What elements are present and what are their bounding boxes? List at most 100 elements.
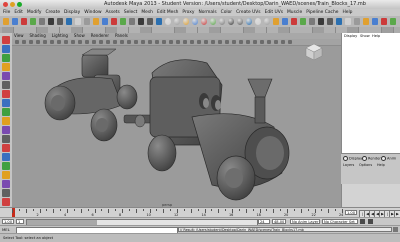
- shelf-tool-icon[interactable]: [264, 18, 270, 25]
- toolbox-tool-icon[interactable]: [2, 162, 10, 170]
- toolbox-tool-icon[interactable]: [2, 54, 10, 62]
- radio-display[interactable]: [343, 156, 348, 161]
- playback-end-field[interactable]: 24: [258, 219, 270, 224]
- toolbox-tool-icon[interactable]: [2, 171, 10, 179]
- menu-select[interactable]: Select: [124, 9, 138, 16]
- viewport-tool-icon[interactable]: [162, 40, 166, 44]
- viewport-tool-icon[interactable]: [281, 40, 285, 44]
- shelf-tool-icon[interactable]: [300, 18, 306, 25]
- viewport-tool-icon[interactable]: [36, 40, 40, 44]
- shelf-tool-icon[interactable]: [183, 18, 189, 25]
- layer-menu-options[interactable]: Options: [359, 163, 372, 167]
- viewport-tool-icon[interactable]: [246, 40, 250, 44]
- shelf-tool-icon[interactable]: [39, 18, 45, 25]
- shelf-tool-icon[interactable]: [84, 18, 90, 25]
- menu-mesh[interactable]: Mesh: [141, 9, 153, 16]
- viewport-tool-icon[interactable]: [15, 40, 19, 44]
- viewport-tool-icon[interactable]: [218, 40, 222, 44]
- shelf-tool-icon[interactable]: [228, 18, 234, 25]
- shelf-tool-icon[interactable]: [156, 18, 162, 25]
- shelf-tool-icon[interactable]: [291, 18, 297, 25]
- viewport-tool-icon[interactable]: [120, 40, 124, 44]
- viewport-tool-icon[interactable]: [99, 40, 103, 44]
- shelf-tool-icon[interactable]: [390, 18, 396, 25]
- layer-mode-anim[interactable]: Anim: [381, 156, 396, 161]
- viewport-tool-icon[interactable]: [78, 40, 82, 44]
- toolbox-tool-icon[interactable]: [2, 180, 10, 188]
- shelf-tool-icon[interactable]: [21, 18, 27, 25]
- toolbox-tool-icon[interactable]: [2, 36, 10, 44]
- viewport-tool-icon[interactable]: [113, 40, 117, 44]
- close-window-button[interactable]: [3, 2, 8, 7]
- shelf-tool-icon[interactable]: [336, 18, 342, 25]
- viewport-tool-icon[interactable]: [232, 40, 236, 44]
- outliner-menu-help[interactable]: Help: [372, 34, 380, 38]
- toolbox-tool-icon[interactable]: [2, 135, 10, 143]
- viewport-tool-icon[interactable]: [85, 40, 89, 44]
- shelf-tool-icon[interactable]: [192, 18, 198, 25]
- shelf-tool-icon[interactable]: [93, 18, 99, 25]
- viewport-tool-icon[interactable]: [43, 40, 47, 44]
- toolbox-tool-icon[interactable]: [2, 63, 10, 71]
- viewport-tool-icon[interactable]: [183, 40, 187, 44]
- toolbox-tool-icon[interactable]: [2, 117, 10, 125]
- shelf-tool-icon[interactable]: [219, 18, 225, 25]
- outliner-menu-display[interactable]: Display: [344, 34, 357, 38]
- viewport-tool-icon[interactable]: [64, 40, 68, 44]
- menu-color[interactable]: Color: [221, 9, 232, 16]
- viewport-tool-icon[interactable]: [134, 40, 138, 44]
- menu-file[interactable]: File: [3, 9, 10, 16]
- shelf-tool-icon[interactable]: [354, 18, 360, 25]
- menu-normals[interactable]: Normals: [198, 9, 216, 16]
- viewport-tool-icon[interactable]: [204, 40, 208, 44]
- layer-mode-render[interactable]: Render: [362, 156, 381, 161]
- toolbox-tool-icon[interactable]: [2, 90, 10, 98]
- viewport-tool-icon[interactable]: [274, 40, 278, 44]
- menu-create[interactable]: Create: [45, 9, 60, 16]
- menu-assets[interactable]: Assets: [106, 9, 120, 16]
- toolbox-tool-icon[interactable]: [2, 81, 10, 89]
- viewport-tool-icon[interactable]: [211, 40, 215, 44]
- shelf-tool-icon[interactable]: [318, 18, 324, 25]
- menu-help[interactable]: Help: [342, 9, 352, 16]
- toolbox-tool-icon[interactable]: [2, 126, 10, 134]
- toolbox-tool-icon[interactable]: [2, 189, 10, 197]
- shelf-tool-icon[interactable]: [246, 18, 252, 25]
- viewport-tool-icon[interactable]: [22, 40, 26, 44]
- viewport-tool-icon[interactable]: [239, 40, 243, 44]
- anim-layer-select[interactable]: No Anim Layer: [290, 219, 320, 224]
- current-frame-field[interactable]: 1.00: [345, 210, 357, 215]
- menu-create-uvs[interactable]: Create UVs: [236, 9, 261, 16]
- character-set-select[interactable]: No Character Set: [322, 219, 358, 224]
- toolbox-tool-icon[interactable]: [2, 153, 10, 161]
- menu-muscle[interactable]: Muscle: [287, 9, 302, 16]
- menu-edit[interactable]: Edit: [14, 9, 23, 16]
- viewport-tool-icon[interactable]: [148, 40, 152, 44]
- layer-list[interactable]: [341, 184, 400, 207]
- viewport-tool-icon[interactable]: [106, 40, 110, 44]
- shelf-tool-icon[interactable]: [372, 18, 378, 25]
- viewport-tool-icon[interactable]: [190, 40, 194, 44]
- shelf-tool-icon[interactable]: [237, 18, 243, 25]
- viewport-tool-icon[interactable]: [92, 40, 96, 44]
- shelf-tool-icon[interactable]: [66, 18, 72, 25]
- toolbox-tool-icon[interactable]: [2, 108, 10, 116]
- viewport-tool-icon[interactable]: [253, 40, 257, 44]
- viewport-tool-icon[interactable]: [225, 40, 229, 44]
- shelf-tool-icon[interactable]: [363, 18, 369, 25]
- viewport-tool-icon[interactable]: [176, 40, 180, 44]
- viewport-tool-icon[interactable]: [288, 40, 292, 44]
- shelf-tool-icon[interactable]: [273, 18, 279, 25]
- train-model[interactable]: [12, 45, 341, 207]
- menu-proxy[interactable]: Proxy: [182, 9, 194, 16]
- menu-edit-uvs[interactable]: Edit UVs: [265, 9, 283, 16]
- layer-mode-display[interactable]: Display: [343, 156, 362, 161]
- shelf-tool-icon[interactable]: [282, 18, 288, 25]
- shelf-tool-icon[interactable]: [111, 18, 117, 25]
- layer-menu-help[interactable]: Help: [377, 163, 385, 167]
- outliner-menu-show[interactable]: Show: [360, 34, 370, 38]
- animation-prefs-icon[interactable]: [368, 219, 373, 224]
- outliner-panel[interactable]: Display Show Help: [341, 33, 400, 153]
- layer-menu-layers[interactable]: Layers: [343, 163, 354, 167]
- toolbox-tool-icon[interactable]: [2, 45, 10, 53]
